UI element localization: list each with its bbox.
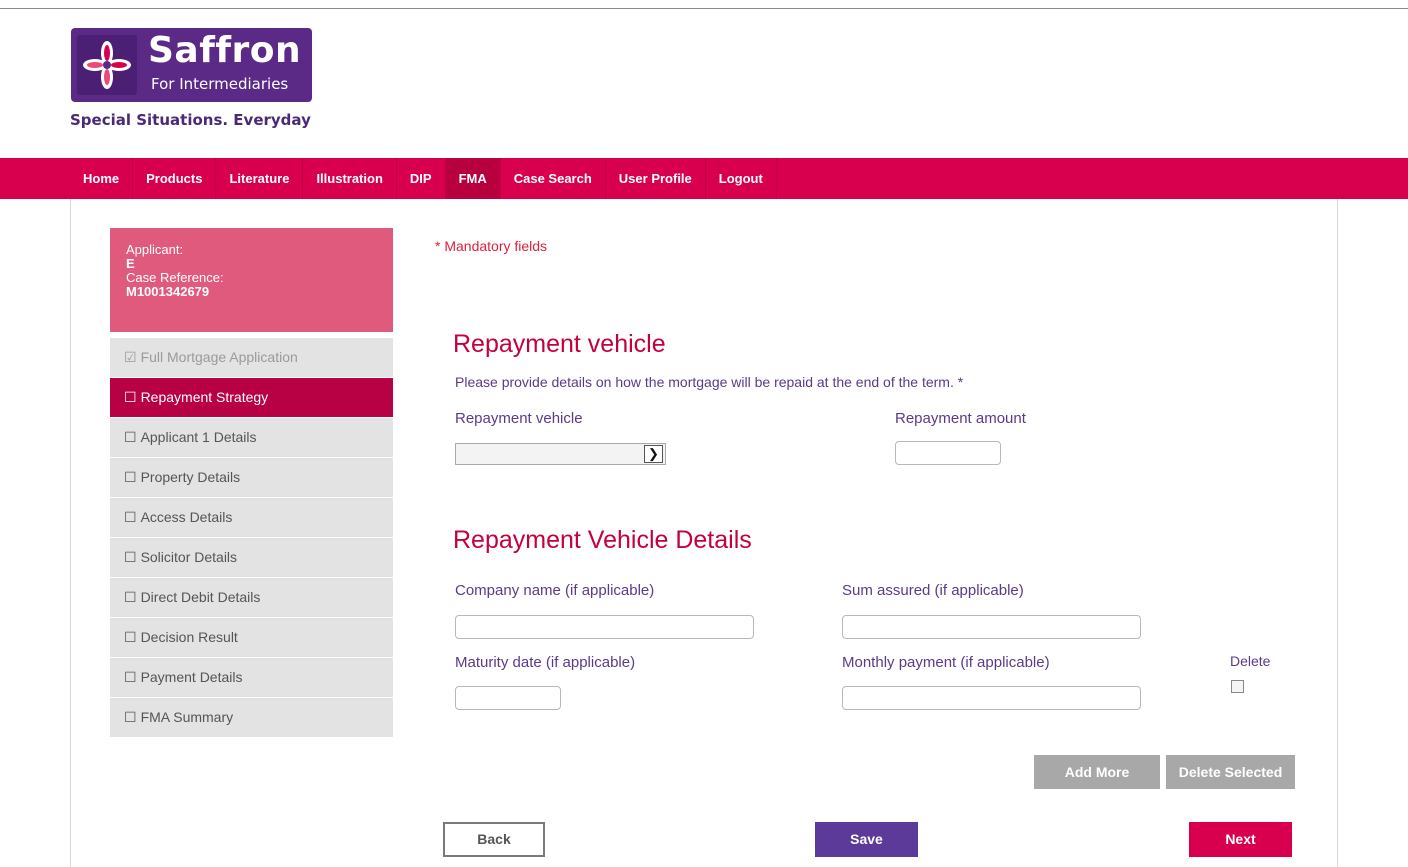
empty-box-icon: ☐ [124, 429, 137, 445]
sidebar-item-label: Access Details [140, 509, 233, 525]
sidebar-item-direct-debit-details[interactable]: ☐ Direct Debit Details [110, 578, 393, 617]
empty-box-icon: ☐ [124, 469, 137, 485]
sidebar-item-label: FMA Summary [140, 709, 234, 725]
monthly-payment-input[interactable] [842, 686, 1141, 710]
maturity-date-input[interactable] [455, 686, 561, 710]
repayment-amount-label: Repayment amount [895, 410, 1026, 427]
empty-box-icon: ☐ [124, 669, 137, 685]
sidebar-item-access-details[interactable]: ☐ Access Details [110, 498, 393, 537]
sidebar-item-applicant-1-details[interactable]: ☐ Applicant 1 Details [110, 418, 393, 457]
empty-box-icon: ☐ [124, 709, 137, 725]
empty-box-icon: ☐ [124, 549, 137, 565]
empty-box-icon: ☐ [124, 509, 137, 525]
next-button[interactable]: Next [1189, 822, 1292, 857]
nav-item-products[interactable]: Products [133, 158, 217, 199]
sidebar-item-payment-details[interactable]: ☐ Payment Details [110, 658, 393, 697]
sidebar-item-label: Solicitor Details [140, 549, 238, 565]
back-button[interactable]: Back [443, 822, 545, 857]
nav-item-logout[interactable]: Logout [706, 158, 777, 199]
repayment-vehicle-select[interactable]: ❯ [455, 443, 666, 465]
top-divider [0, 8, 1408, 9]
sidebar-item-full-mortgage-application[interactable]: ☑ Full Mortgage Application [110, 338, 393, 377]
sidebar-item-fma-summary[interactable]: ☐ FMA Summary [110, 698, 393, 737]
nav-item-fma[interactable]: FMA [445, 158, 501, 199]
company-name-input[interactable] [455, 615, 754, 639]
monthly-payment-label: Monthly payment (if applicable) [842, 654, 1050, 671]
nav-items: Home Products Literature Illustration DIP FMA… [70, 158, 777, 199]
brand-name: Saffron [148, 30, 302, 71]
delete-label: Delete [1230, 653, 1271, 669]
sum-assured-input[interactable] [842, 615, 1141, 639]
delete-checkbox[interactable] [1231, 680, 1244, 693]
applicant-value: E [126, 256, 135, 271]
sidebar-item-label: Direct Debit Details [140, 589, 261, 605]
section-description: Please provide details on how the mortga… [455, 374, 964, 390]
applicant-summary: Applicant: E Case Reference: M1001342679 [110, 228, 393, 332]
delete-selected-button[interactable]: Delete Selected [1166, 755, 1295, 789]
section-title-repayment-vehicle: Repayment vehicle [453, 330, 666, 358]
nav-item-literature[interactable]: Literature [216, 158, 304, 199]
repayment-amount-input[interactable] [895, 441, 1001, 465]
main-nav: Home Products Literature Illustration DIP FMA… [0, 158, 1408, 199]
sidebar-item-label: Property Details [140, 469, 241, 485]
sidebar-item-label: Decision Result [140, 629, 238, 645]
save-button[interactable]: Save [815, 822, 918, 857]
empty-box-icon: ☐ [124, 589, 137, 605]
case-reference-value: M1001342679 [126, 284, 210, 299]
brand-tagline: Special Situations. Everyday [70, 111, 311, 129]
case-reference-label: Case Reference: [126, 270, 224, 285]
sidebar-item-label: Payment Details [140, 669, 243, 685]
empty-box-icon: ☐ [124, 629, 137, 645]
sidebar-item-label: Full Mortgage Application [140, 349, 298, 365]
sum-assured-label: Sum assured (if applicable) [842, 582, 1024, 599]
sidebar-item-property-details[interactable]: ☐ Property Details [110, 458, 393, 497]
company-name-label: Company name (if applicable) [455, 582, 655, 599]
nav-item-dip[interactable]: DIP [397, 158, 446, 199]
empty-box-icon: ☐ [124, 389, 137, 405]
sidebar-item-solicitor-details[interactable]: ☐ Solicitor Details [110, 538, 393, 577]
brand-subtitle: For Intermediaries [151, 75, 289, 93]
nav-item-home[interactable]: Home [70, 158, 134, 199]
maturity-date-label: Maturity date (if applicable) [455, 654, 636, 671]
nav-item-user-profile[interactable]: User Profile [606, 158, 706, 199]
chevron-down-icon[interactable]: ❯ [644, 445, 663, 463]
section-title-vehicle-details: Repayment Vehicle Details [453, 526, 752, 554]
saffron-logo[interactable]: Saffron For Intermediaries [71, 28, 312, 102]
sidebar-item-decision-result[interactable]: ☐ Decision Result [110, 618, 393, 657]
application-steps: ☑ Full Mortgage Application ☐ Repayment Str… [110, 338, 393, 738]
checked-box-icon: ☑ [124, 349, 137, 365]
flower-logo-icon [77, 35, 137, 95]
sidebar-item-repayment-strategy[interactable]: ☐ Repayment Strategy [110, 378, 393, 417]
add-more-button[interactable]: Add More [1034, 755, 1160, 789]
nav-item-case-search[interactable]: Case Search [501, 158, 606, 199]
sidebar-item-label: Repayment Strategy [140, 389, 269, 405]
nav-item-illustration[interactable]: Illustration [303, 158, 397, 199]
repayment-vehicle-label: Repayment vehicle [455, 410, 583, 427]
applicant-label: Applicant: [126, 242, 184, 257]
mandatory-note: * Mandatory fields [435, 238, 548, 254]
sidebar-item-label: Applicant 1 Details [140, 429, 257, 445]
